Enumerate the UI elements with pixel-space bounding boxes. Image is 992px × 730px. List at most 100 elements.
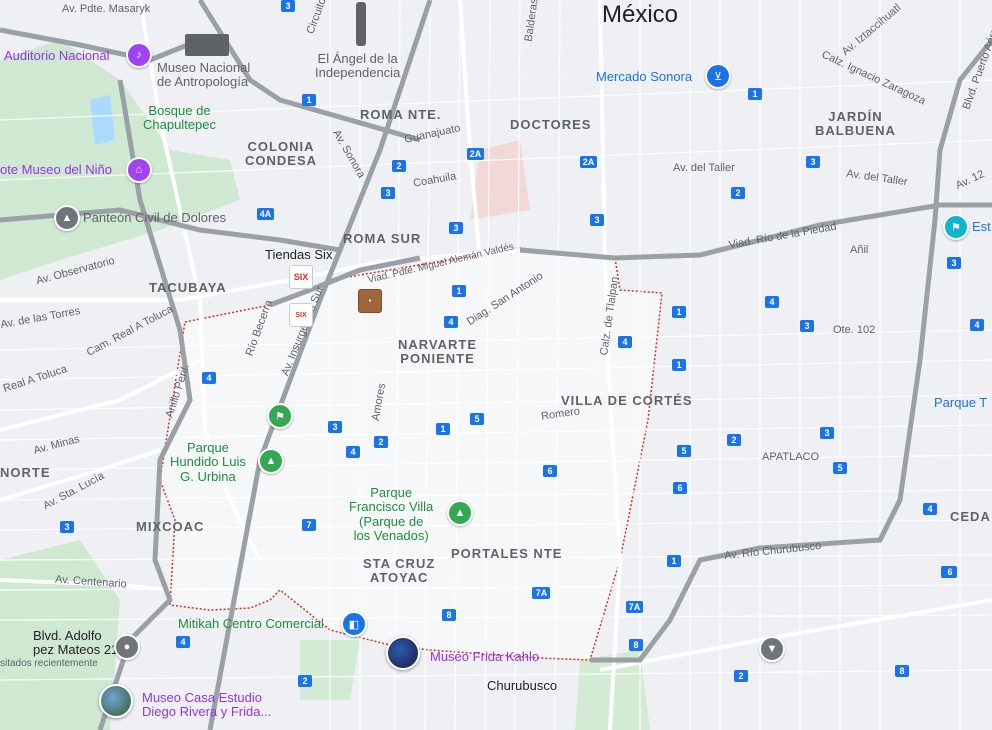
- poi-museo-antropologia-label[interactable]: Museo Nacional de Antropología: [157, 60, 250, 90]
- area-portales-norte: PORTALES NTE: [451, 546, 563, 561]
- route-shield: 4A: [257, 208, 274, 220]
- area-santa-cruz-atoyac: STA CRUZ ATOYAC: [363, 556, 436, 586]
- route-shield: 2: [298, 675, 312, 687]
- poi-parque-francisco-villa-label[interactable]: Parque Francisco Villa (Parque de los Ve…: [349, 485, 433, 543]
- route-shield: 3: [449, 222, 463, 234]
- route-shield: 8: [629, 639, 643, 651]
- route-shield: 1: [748, 88, 762, 100]
- route-shield: 3: [800, 320, 814, 332]
- restaurant-logo-icon[interactable]: •: [358, 289, 382, 313]
- route-shield: 5: [470, 413, 484, 425]
- poi-museo-casa-estudio-label[interactable]: Museo Casa Estudio Diego Rivera y Frida.…: [142, 690, 271, 720]
- route-shield: 7A: [533, 587, 550, 599]
- place-pin-icon[interactable]: ●: [114, 634, 140, 660]
- area-villa-de-cortes: VILLA DE CORTÉS: [561, 393, 693, 408]
- route-shield: 4: [202, 372, 216, 384]
- poi-auditorio-nacional-label[interactable]: Auditorio Nacional: [4, 48, 110, 63]
- poi-angel-independencia-label[interactable]: El Ángel de la Independencia: [315, 51, 400, 81]
- route-shield: 2A: [580, 156, 597, 168]
- road-masaryk: Av. Pdte. Masaryk: [62, 3, 151, 15]
- city-label: México: [602, 1, 679, 28]
- area-roma-sur: ROMA SUR: [343, 231, 422, 246]
- route-shield: 4: [444, 316, 458, 328]
- poi-parque-hundido-label[interactable]: Parque Hundido Luis G. Urbina: [170, 440, 246, 484]
- route-shield: 6: [543, 465, 557, 477]
- road-anil: Añil: [850, 244, 869, 256]
- poi-mitikah-label[interactable]: Mitikah Centro Comercial: [178, 616, 324, 631]
- museo-frida-photo[interactable]: [386, 636, 420, 670]
- route-shield: 4: [346, 446, 360, 458]
- area-roma-norte: ROMA NTE.: [360, 107, 442, 122]
- poi-museo-nino-label[interactable]: ote Museo del Niño: [0, 162, 112, 177]
- park-tree-icon[interactable]: ▲: [258, 448, 284, 474]
- route-shield: 7: [302, 519, 316, 531]
- route-shield: 2: [727, 434, 741, 446]
- route-shield: 2: [734, 670, 748, 682]
- road-av-del-taller-1: Av. del Taller: [673, 162, 735, 174]
- route-shield: 3: [820, 427, 834, 439]
- route-shield: 4: [765, 296, 779, 308]
- route-shield: 7A: [626, 601, 643, 613]
- shopping-bag-icon[interactable]: ◧: [341, 611, 367, 637]
- route-shield: 4: [923, 503, 937, 515]
- route-shield: 2A: [467, 148, 484, 160]
- route-shield: 1: [452, 285, 466, 297]
- route-shield: 1: [436, 423, 450, 435]
- poi-museo-frida-label[interactable]: Museo Frida Kahlo: [430, 649, 539, 664]
- cemetery-icon[interactable]: ▲: [54, 205, 80, 231]
- route-shield: 1: [672, 359, 686, 371]
- map-canvas[interactable]: México ROMA NTE. DOCTORES JARDÍN BALBUEN…: [0, 0, 992, 730]
- route-shield: 5: [833, 462, 847, 474]
- route-shield: 3: [381, 187, 395, 199]
- route-shield: 1: [667, 555, 681, 567]
- route-shield: 3: [328, 421, 342, 433]
- route-shield: 2: [374, 436, 388, 448]
- monument-icon[interactable]: [356, 2, 366, 46]
- area-tacubaya: TACUBAYA: [149, 280, 227, 295]
- park-tree-icon-2[interactable]: ▲: [447, 500, 473, 526]
- route-shield: 3: [947, 257, 961, 269]
- poi-bosque-chapultepec-label[interactable]: Bosque de Chapultepec: [143, 103, 216, 133]
- route-shield: 1: [672, 306, 686, 318]
- route-shield: 6: [673, 482, 687, 494]
- route-shield: 8: [895, 665, 909, 677]
- area-narvarte-poniente: NARVARTE PONIENTE: [398, 337, 478, 367]
- poi-parque-t-label[interactable]: Parque T: [934, 395, 987, 410]
- route-shield: 1: [302, 94, 316, 106]
- music-icon[interactable]: ♪: [126, 42, 152, 68]
- area-jardin-balbuena: JARDÍN BALBUENA: [815, 109, 896, 139]
- playground-icon-2[interactable]: ⚑: [943, 214, 969, 240]
- poi-mercado-sonora-label[interactable]: Mercado Sonora: [596, 69, 692, 84]
- area-colonia-condesa: COLONIA CONDESA: [245, 139, 318, 169]
- route-shield: 4: [618, 336, 632, 348]
- route-shield: 4: [176, 636, 190, 648]
- road-apatlaco: APATLACO: [762, 451, 820, 463]
- poi-panteon-dolores-label[interactable]: Panteón Civil de Dolores: [83, 210, 226, 225]
- area-churubusco: Churubusco: [487, 678, 558, 693]
- route-shield: 2: [392, 160, 406, 172]
- playground-icon[interactable]: ⚑: [267, 403, 293, 429]
- route-shield: 3: [60, 521, 74, 533]
- recently-visited-label: sitados recientemente: [0, 658, 98, 669]
- route-shield: 2: [731, 187, 745, 199]
- area-doctores: DOCTORES: [510, 117, 592, 132]
- museum-icon[interactable]: ⌂: [126, 157, 152, 183]
- route-shield: 4: [970, 319, 984, 331]
- store-logo-icon[interactable]: SIX: [289, 303, 313, 327]
- route-shield: 8: [442, 609, 456, 621]
- route-shield: 3: [590, 214, 604, 226]
- museum-building-icon[interactable]: [185, 34, 229, 56]
- poi-tiendas-six-label[interactable]: Tiendas Six: [265, 247, 332, 262]
- route-shield: 3: [806, 156, 820, 168]
- area-mixcoac: MIXCOAC: [136, 519, 205, 534]
- school-icon[interactable]: ▼: [759, 636, 785, 662]
- museo-casa-estudio-photo[interactable]: [99, 684, 133, 718]
- area-norte: NORTE: [0, 465, 51, 480]
- route-shield: 6: [943, 566, 957, 578]
- poi-est-label[interactable]: Est: [972, 219, 991, 234]
- route-shield: 5: [677, 445, 691, 457]
- shopping-cart-icon[interactable]: ⊻: [705, 63, 731, 89]
- road-ote-102: Ote. 102: [833, 324, 876, 336]
- store-six-icon[interactable]: SIX: [289, 265, 313, 289]
- area-ceda: CEDA: [950, 509, 991, 524]
